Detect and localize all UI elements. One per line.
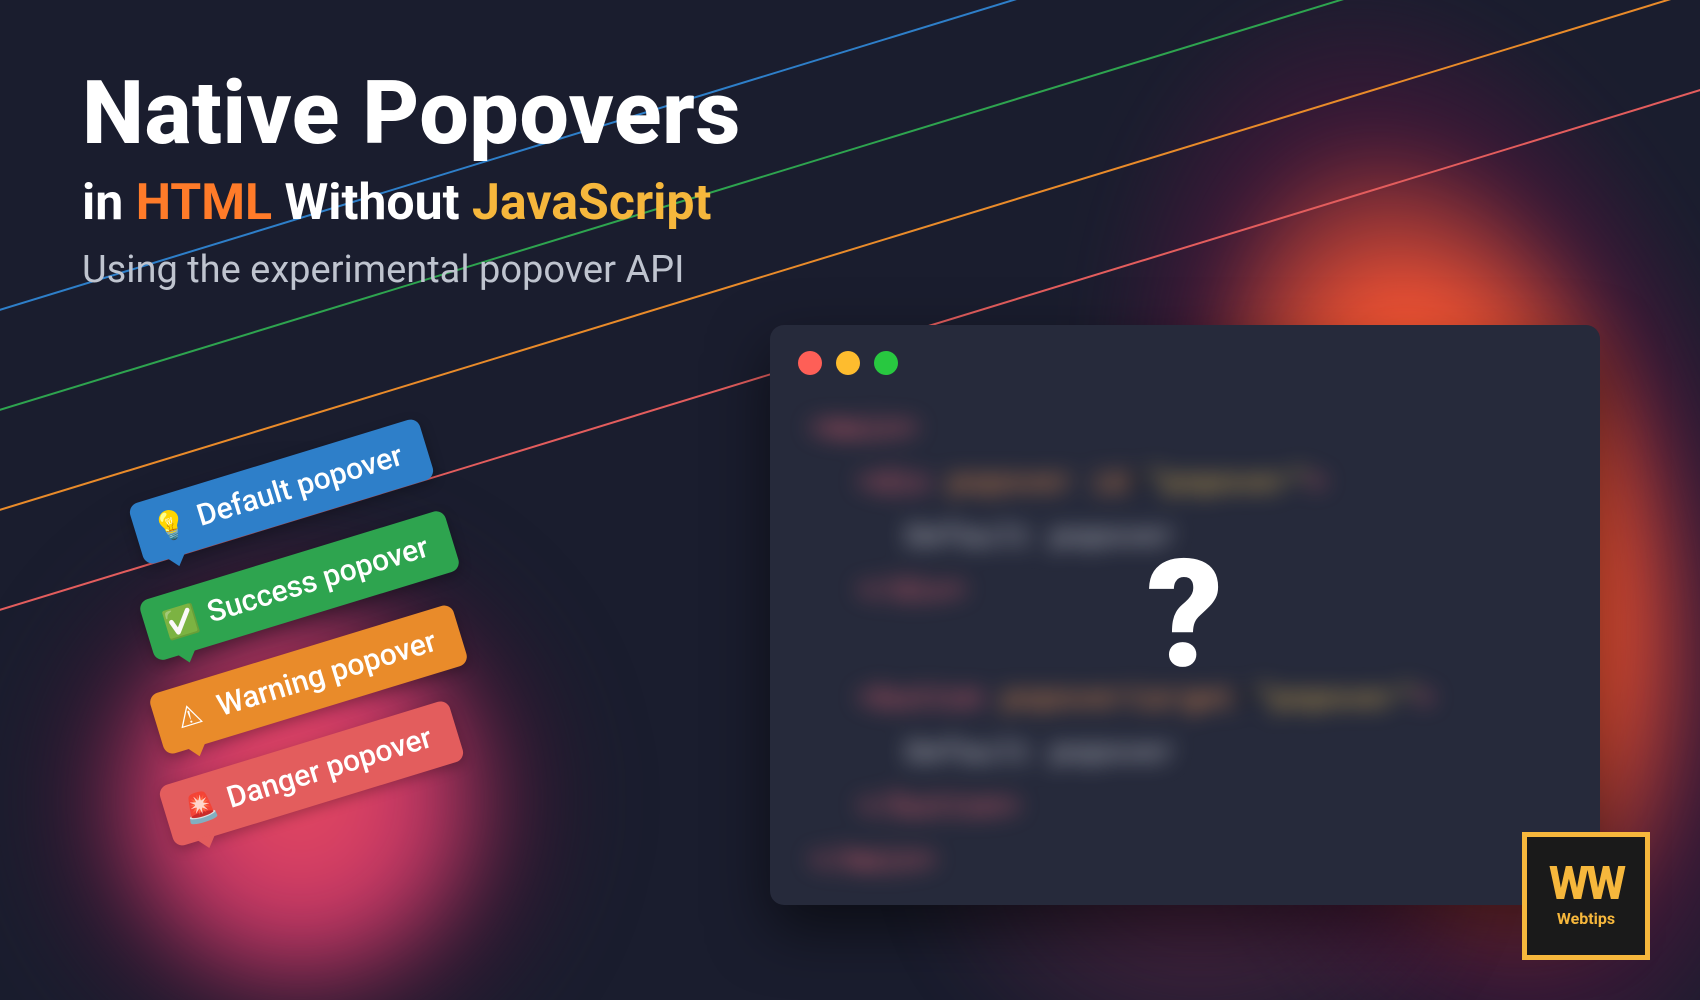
window-maximize-icon	[874, 351, 898, 375]
code-window: <main> <div popover id="popover"> Defaul…	[770, 325, 1600, 905]
warning-icon: ⚠	[169, 695, 209, 736]
webtips-logo: WW Webtips	[1522, 832, 1650, 960]
logo-name: Webtips	[1557, 909, 1615, 928]
subtitle-mid: Without	[272, 174, 472, 232]
title-main: Native Popovers	[82, 68, 741, 160]
subtitle-prefix: in	[82, 174, 136, 232]
title-tagline: Using the experimental popover API	[82, 248, 741, 292]
title-subtitle: in HTML Without JavaScript	[82, 174, 741, 232]
window-minimize-icon	[836, 351, 860, 375]
window-traffic-lights	[770, 325, 1600, 387]
subtitle-html: HTML	[136, 174, 272, 232]
subtitle-js: JavaScript	[472, 174, 711, 232]
check-icon: ✅	[159, 602, 199, 643]
logo-mark: WW	[1549, 864, 1623, 905]
hero-title: Native Popovers in HTML Without JavaScri…	[82, 68, 741, 292]
bulb-icon: 💡	[149, 505, 189, 546]
question-mark-icon: ?	[1147, 527, 1223, 703]
siren-icon: 🚨	[179, 787, 219, 828]
window-close-icon	[798, 351, 822, 375]
